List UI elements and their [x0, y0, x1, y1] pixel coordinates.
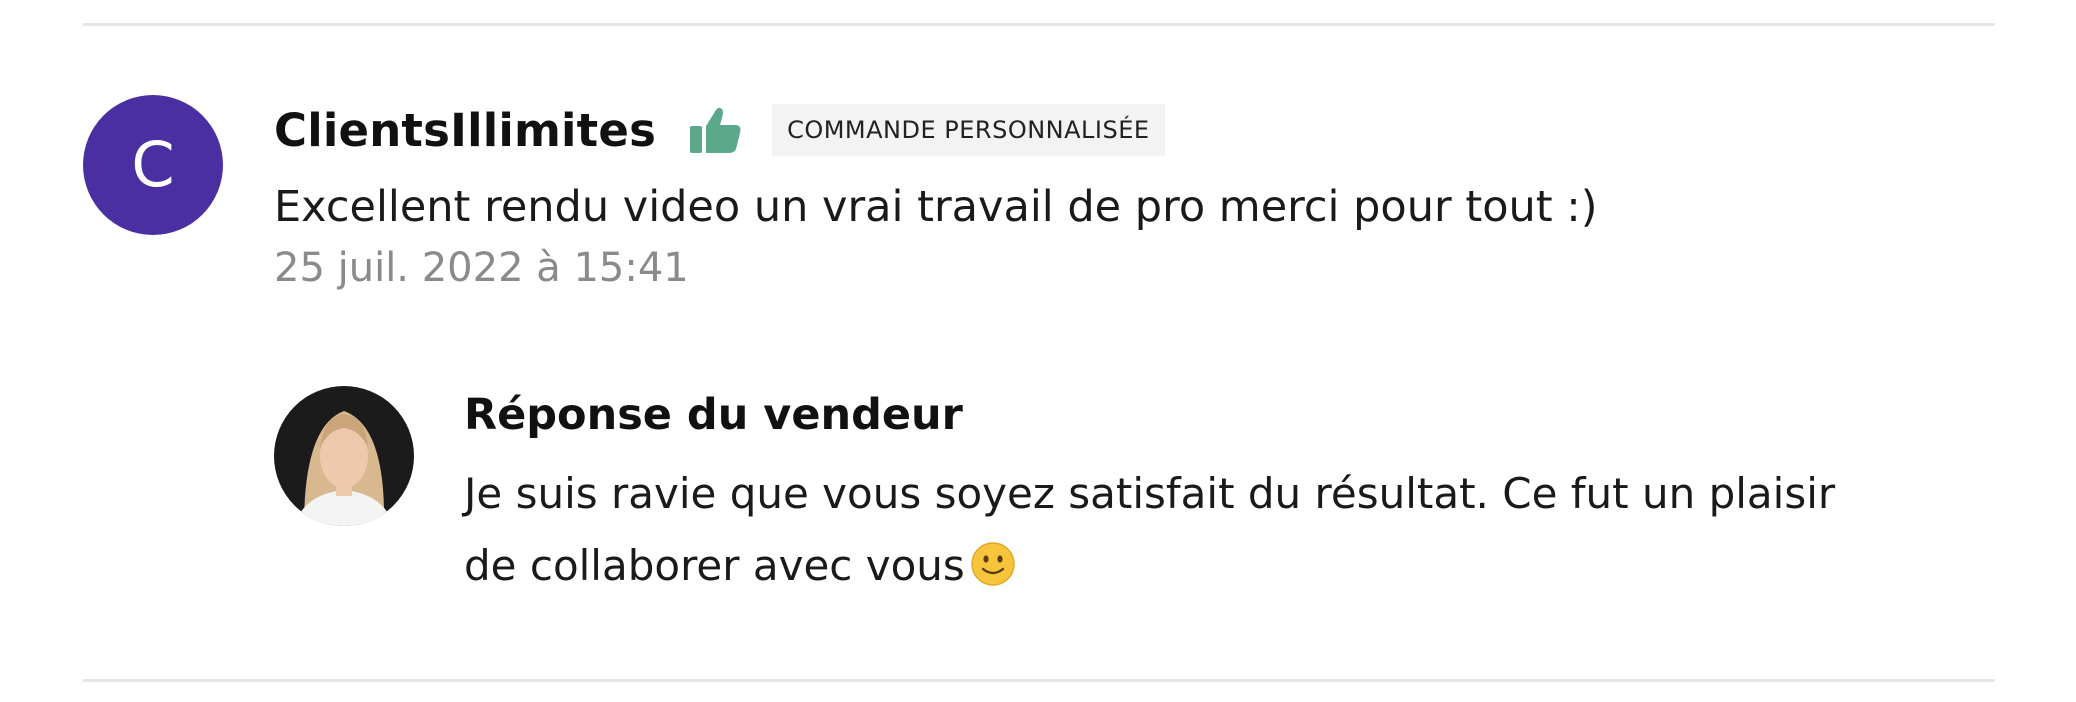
bottom-divider [83, 679, 1995, 682]
custom-order-badge: COMMANDE PERSONNALISÉE [772, 104, 1165, 156]
seller-reply-line-2-wrap: de collaborer avec vous [464, 530, 2004, 602]
top-divider [83, 23, 1995, 26]
thumbs-up-icon [690, 106, 742, 154]
review-block: ClientsIllimites COMMANDE PERSONNALISÉE … [274, 100, 1994, 292]
reviewer-username: ClientsIllimites [274, 103, 657, 157]
seller-reply-title: Réponse du vendeur [464, 390, 963, 440]
client-avatar: C [83, 95, 223, 235]
seller-avatar [274, 386, 414, 526]
seller-reply-line-2: de collaborer avec vous [464, 540, 965, 590]
seller-reply: Réponse du vendeur Je suis ravie que vou… [464, 390, 2004, 602]
review-text: Excellent rendu video un vrai travail de… [274, 182, 1598, 232]
review-date: 25 juil. 2022 à 15:41 [274, 244, 689, 291]
client-avatar-letter: C [131, 128, 175, 201]
review-header: ClientsIllimites COMMANDE PERSONNALISÉE [274, 100, 1994, 160]
slightly-smiling-face-icon [971, 536, 1015, 586]
seller-reply-line-1: Je suis ravie que vous soyez satisfait d… [464, 468, 1836, 518]
seller-reply-text: Je suis ravie que vous soyez satisfait d… [464, 458, 2004, 602]
